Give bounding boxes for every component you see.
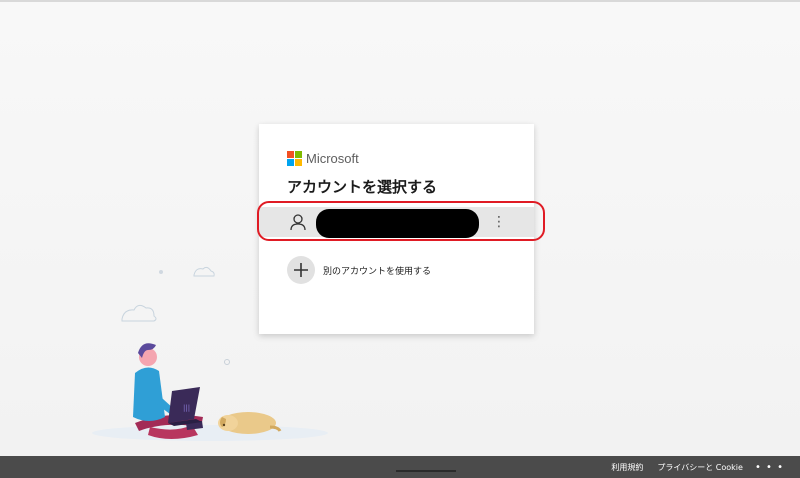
use-another-account-button[interactable]: 別のアカウントを使用する [287,256,431,284]
page-title: アカウントを選択する [287,178,438,196]
person-figure: ||| [133,343,203,439]
footer-indicator [396,470,456,472]
account-tile[interactable]: ⋮ [259,207,534,238]
logo-square-yellow [295,159,302,166]
cloud-icon [193,266,215,277]
person-icon [290,214,306,231]
footer-links: 利用規約 プライバシーと Cookie • • • [597,456,784,478]
account-picker-card: Microsoft アカウントを選択する ⋮ 別のアカウントを使用する [259,124,534,334]
footer-bar: 利用規約 プライバシーと Cookie • • • [0,456,800,478]
logo-square-green [295,151,302,158]
cloud-icon [121,304,157,322]
more-icon[interactable]: • • • [755,462,784,473]
svg-text:|||: ||| [183,404,190,412]
more-options-button[interactable]: ⋮ [491,211,507,233]
privacy-cookies-link[interactable]: プライバシーと Cookie [657,462,743,473]
microsoft-logo-icon [287,151,302,166]
account-name-redacted [316,209,479,238]
use-another-account-label: 別のアカウントを使用する [323,266,432,277]
logo-square-blue [287,159,294,166]
logo-square-red [287,151,294,158]
microsoft-brand: Microsoft [287,150,359,166]
add-account-icon-circle [287,256,315,284]
terms-link[interactable]: 利用規約 [611,462,643,473]
brand-name: Microsoft [306,150,359,166]
ground-shadow [92,425,328,441]
dot [159,270,163,274]
plus-icon [294,263,308,277]
dot [224,359,230,365]
